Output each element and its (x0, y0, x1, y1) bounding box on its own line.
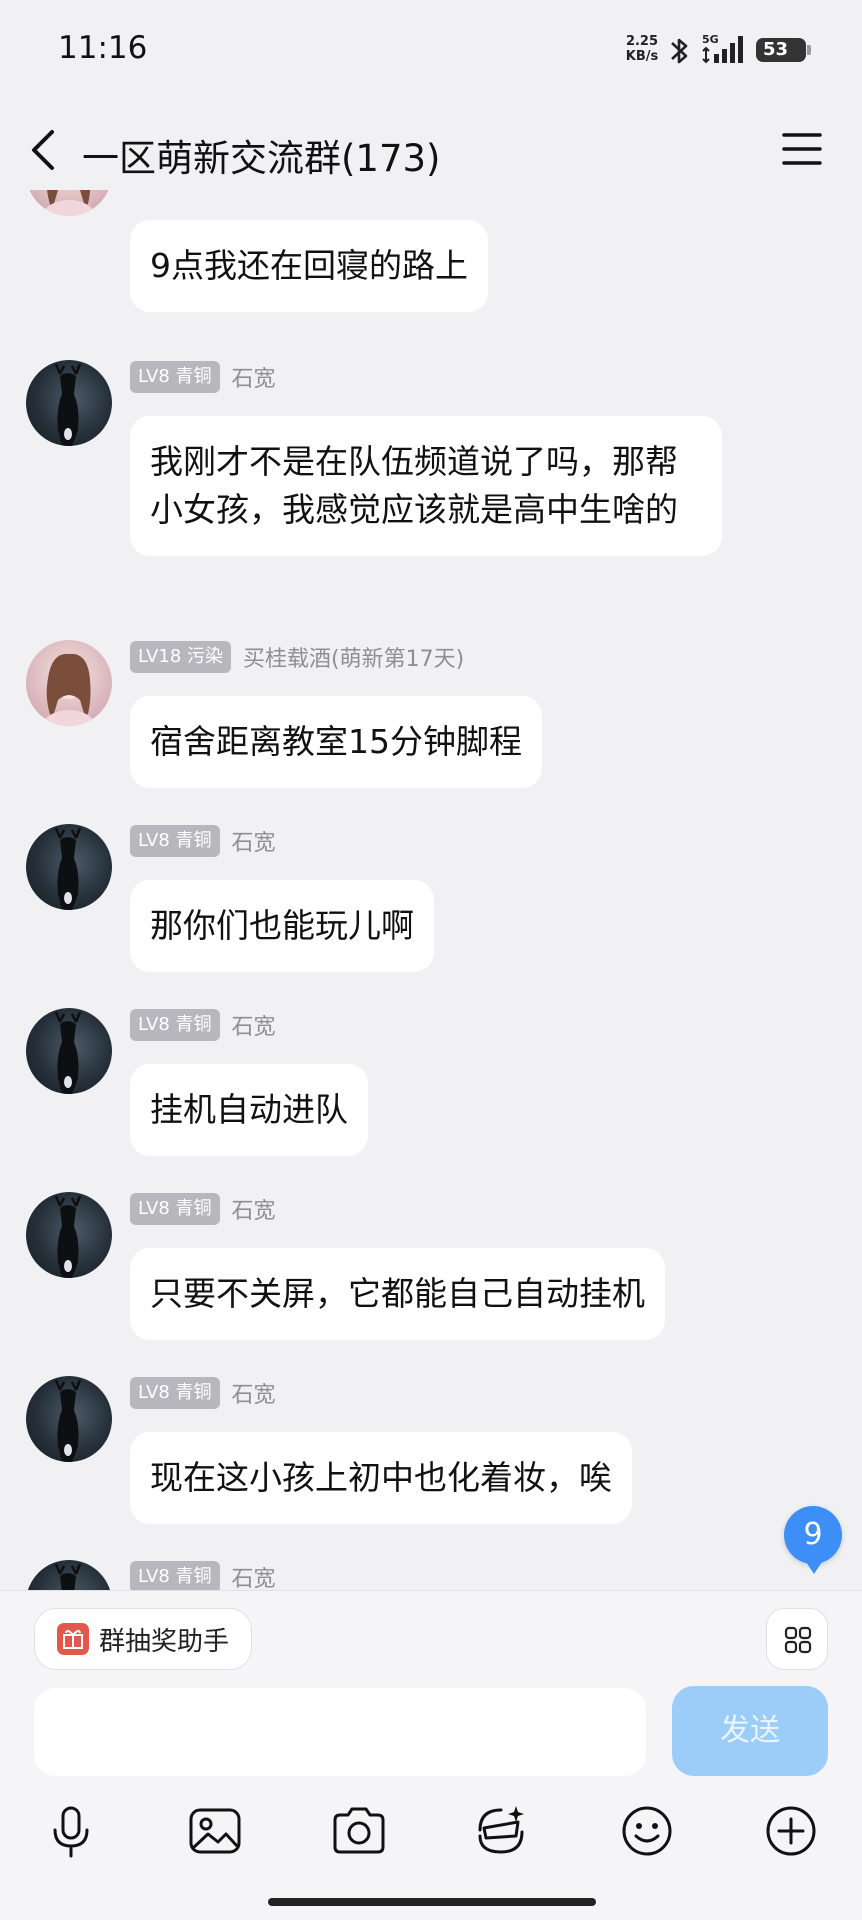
sender-name[interactable]: 石宽 (232, 825, 276, 857)
avatar-deer (54, 363, 82, 446)
apps-grid-button[interactable] (766, 1608, 828, 1670)
avatar-deer (54, 1011, 82, 1094)
network-speed-value: 2.25 (625, 34, 659, 49)
message-bubble[interactable]: 只要不关屏，它都能自己自动挂机 (130, 1248, 665, 1340)
sticker-search-icon[interactable] (472, 1802, 530, 1860)
bluetooth-icon (671, 38, 688, 64)
message-meta: LV8 青铜 石宽 (130, 1560, 276, 1590)
message-bubble[interactable]: 我刚才不是在队伍频道说了吗，那帮小女孩，我感觉应该就是高中生啥的 (130, 416, 722, 556)
message-meta: LV8 青铜 石宽 (130, 1192, 276, 1226)
apps-grid-icon (784, 1626, 812, 1654)
avatar-portrait (43, 653, 95, 726)
avatar-deer (54, 827, 82, 910)
emoji-icon[interactable] (618, 1802, 676, 1860)
message-meta: LV8 青铜 石宽 (130, 1008, 276, 1042)
message-meta: LV8 青铜 石宽 (130, 1376, 276, 1410)
sender-name[interactable]: 石宽 (232, 1009, 276, 1041)
message-meta: LV8 青铜 石宽 (130, 824, 276, 858)
level-badge: LV8 青铜 (130, 1561, 220, 1590)
image-icon[interactable] (186, 1802, 244, 1860)
chat-title: 一区萌新交流群(173) (82, 137, 441, 180)
sender-name[interactable]: 石宽 (232, 1561, 276, 1590)
level-badge: LV18 污染 (130, 641, 231, 673)
deer-avatar[interactable] (26, 1008, 112, 1094)
message-input[interactable] (34, 1688, 646, 1776)
sender-name[interactable]: 买桂载酒(萌新第17天) (243, 641, 464, 673)
avatar-deer (54, 1379, 82, 1462)
status-bar: 11:16 2.25 KB/s 5G 53 (0, 0, 862, 100)
deer-avatar[interactable] (26, 1192, 112, 1278)
avatar-deer (54, 1563, 82, 1590)
message-bubble[interactable]: 挂机自动进队 (130, 1064, 368, 1156)
cellular-signal-icon: 5G (702, 33, 743, 64)
message-bubble[interactable]: 那你们也能玩儿啊 (130, 880, 434, 972)
level-badge: LV8 青铜 (130, 1193, 220, 1225)
microphone-icon[interactable] (42, 1802, 100, 1860)
signal-label: 5G (702, 33, 719, 46)
lottery-label: 群抽奖助手 (99, 1626, 230, 1657)
new-messages-badge[interactable]: 9 (784, 1506, 842, 1574)
menu-icon[interactable] (782, 132, 822, 166)
home-indicator[interactable] (268, 1898, 596, 1906)
message-list[interactable]: 9点我还在回寝的路上 LV8 青铜 石宽 我刚才不是在队伍频道说了吗，那帮小女孩… (0, 190, 862, 1590)
deer-avatar[interactable] (26, 1560, 112, 1590)
back-arrow-icon[interactable] (26, 126, 60, 174)
deer-avatar[interactable] (26, 824, 112, 910)
girl-avatar[interactable] (26, 190, 112, 216)
message-meta: LV18 污染 买桂载酒(萌新第17天) (130, 640, 464, 674)
sender-name[interactable]: 石宽 (232, 1193, 276, 1225)
message-bubble[interactable]: 现在这小孩上初中也化着妆，唉 (130, 1432, 632, 1524)
plus-icon[interactable] (762, 1802, 820, 1860)
camera-icon[interactable] (330, 1802, 388, 1860)
message-bubble[interactable]: 宿舍距离教室15分钟脚程 (130, 696, 542, 788)
deer-avatar[interactable] (26, 1376, 112, 1462)
status-time: 11:16 (58, 30, 148, 66)
level-badge: LV8 青铜 (130, 825, 220, 857)
avatar-deer (54, 1195, 82, 1278)
sender-name[interactable]: 石宽 (232, 1377, 276, 1409)
level-badge: LV8 青铜 (130, 361, 220, 393)
level-badge: LV8 青铜 (130, 1009, 220, 1041)
gift-icon (57, 1623, 89, 1655)
battery-indicator: 53 (756, 38, 811, 62)
message-bubble[interactable]: 9点我还在回寝的路上 (130, 220, 488, 312)
sender-name[interactable]: 石宽 (232, 361, 276, 393)
network-speed: 2.25 KB/s (624, 34, 660, 64)
message-meta: LV8 青铜 石宽 (130, 360, 276, 394)
send-button[interactable]: 发送 (672, 1686, 828, 1776)
girl-avatar[interactable] (26, 640, 112, 726)
group-lottery-button[interactable]: 群抽奖助手 (34, 1608, 253, 1670)
network-speed-unit: KB/s (625, 49, 659, 64)
avatar-portrait (43, 190, 95, 216)
deer-avatar[interactable] (26, 360, 112, 446)
level-badge: LV8 青铜 (130, 1377, 220, 1409)
